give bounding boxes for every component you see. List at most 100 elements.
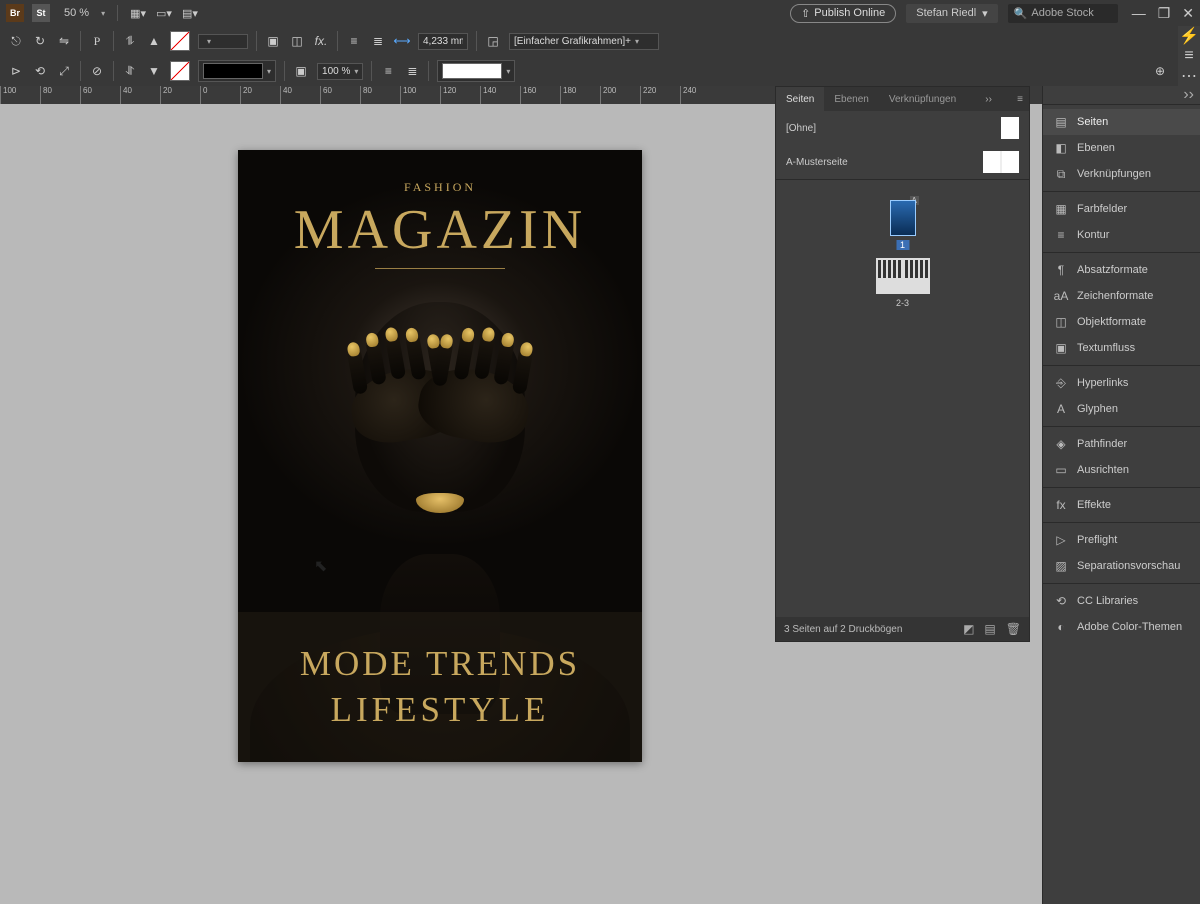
dock-item-separationsvorschau[interactable]: ▨Separationsvorschau [1043,553,1200,579]
stroke-swatch[interactable] [170,61,190,81]
dock-item-textumfluss[interactable]: ▣Textumfluss [1043,335,1200,361]
dock-item-farbfelder[interactable]: ▦Farbfelder [1043,196,1200,222]
rotate-icon[interactable]: ↻ [32,33,48,49]
close-button[interactable]: ✕ [1182,5,1194,22]
master-none-label: [Ohne] [786,123,816,134]
master-a-row[interactable]: A-Musterseite [776,145,1029,179]
stroke-color-dropdown[interactable]: ▾ [198,60,276,82]
align-center-icon[interactable]: ≣ [370,33,386,49]
new-page-icon[interactable]: ▤ [984,622,995,636]
dock-item-label: Glyphen [1077,403,1118,415]
more-icon[interactable]: ⋯ [1181,66,1197,86]
cover-footer-band: MODE TRENDS LIFESTYLE [238,612,642,762]
panel-tabbar: Seiten Ebenen Verknüpfungen ›› ≡ [776,87,1029,111]
drop-icon[interactable]: ▼ [146,63,162,79]
stock-search[interactable]: 🔍 Adobe Stock [1008,4,1118,23]
dock-item-adobe-color-themen[interactable]: ◐Adobe Color-Themen [1043,614,1200,640]
dock-item-cc-libraries[interactable]: ⟲CC Libraries [1043,588,1200,614]
spread-area[interactable]: A 1 2-3 [776,180,1029,560]
dock-collapse-icon[interactable]: ›› [1183,86,1194,104]
bridge-badge[interactable]: Br [6,4,24,22]
screen-mode-icon[interactable]: ▭▾ [156,7,172,20]
flip-h-icon[interactable]: ⇋ [56,33,72,49]
opacity-dropdown[interactable]: 100 %▾ [317,63,363,80]
measure-input[interactable] [418,33,468,50]
page-thumb-1[interactable] [890,200,916,236]
dock-item-label: Farbfelder [1077,203,1127,215]
publish-online-button[interactable]: ⇧ Publish Online [790,4,896,23]
mirror-icon[interactable]: ▲ [146,33,162,49]
fx-icon: fx [1053,497,1069,513]
right-dock: ›› ▤Seiten◧Ebenen⧉Verknüpfungen ▦Farbfeld… [1042,86,1200,904]
align-mid-icon[interactable]: ≣ [404,63,420,79]
shear-icon[interactable]: ⤢ [56,63,72,79]
center-content-icon[interactable]: ▣ [293,63,309,79]
dock-item-kontur[interactable]: ≡Kontur [1043,222,1200,248]
panel-menu-icon[interactable]: ≡ [1011,94,1029,105]
chain-icon[interactable]: ⎋ [8,33,24,49]
user-menu[interactable]: Stefan Riedl ▾ [906,4,997,23]
dock-item-preflight[interactable]: ▷Preflight [1043,527,1200,553]
p-icon[interactable]: P [89,33,105,49]
bolt-icon[interactable]: ⚡ [1179,26,1199,46]
paragraph-styles-icon: ¶ [1053,262,1069,278]
ruler-tick: 100 [0,86,40,104]
canvas-area[interactable]: FASHION MAGAZIN MODE TRENDS LIFESTYLE ⬉ [0,104,775,800]
document-page[interactable]: FASHION MAGAZIN MODE TRENDS LIFESTYLE [238,150,642,762]
arrange-icon[interactable]: ▤▾ [182,7,198,20]
ruler-tick: 160 [520,86,560,104]
panel-collapse-icon[interactable]: ›› [979,94,998,105]
stock-badge[interactable]: St [32,4,50,22]
dock-item-ebenen[interactable]: ◧Ebenen [1043,135,1200,161]
wrap-icon[interactable]: ⟷ [394,33,410,49]
hyperlinks-icon: ⎆ [1053,375,1069,391]
tab-links[interactable]: Verknüpfungen [879,87,966,111]
dock-item-glyphen[interactable]: AGlyphen [1043,396,1200,422]
dock-group: ¶AbsatzformateaAZeichenformate◫Objektfor… [1043,252,1200,365]
master-none-row[interactable]: [Ohne] [776,111,1029,145]
opts1-icon[interactable]: ⊕ [1152,63,1168,79]
edit-page-size-icon[interactable]: ◩ [963,622,974,636]
dock-item-absatzformate[interactable]: ¶Absatzformate [1043,257,1200,283]
fx-icon[interactable]: fx. [313,33,329,49]
fill-dropdown[interactable]: ▾ [198,34,248,49]
ruler-tick: 80 [40,86,80,104]
dock-item-seiten[interactable]: ▤Seiten [1043,109,1200,135]
clear-icon[interactable]: ⊘ [89,63,105,79]
dock-item-label: CC Libraries [1077,595,1138,607]
restore-button[interactable]: ❐ [1158,5,1171,22]
dock-item-label: Adobe Color-Themen [1077,621,1182,633]
fill-swatch[interactable] [170,31,190,51]
zoom-level[interactable]: 50 % [64,7,89,19]
trash-icon[interactable]: 🗑 [1006,622,1021,636]
align-top-icon[interactable]: ≡ [380,63,396,79]
chevron-down-icon[interactable]: ▾ [101,9,105,18]
fit-content-icon[interactable]: ◫ [289,33,305,49]
tab-seiten[interactable]: Seiten [776,87,824,111]
dock-item-zeichenformate[interactable]: aAZeichenformate [1043,283,1200,309]
align-left-icon[interactable]: ≡ [346,33,362,49]
dock-item-objektformate[interactable]: ◫Objektformate [1043,309,1200,335]
spread-thumb-2-3[interactable] [876,258,930,294]
rotate2-icon[interactable]: ⟲ [32,63,48,79]
gradient-dropdown[interactable]: ▾ [437,60,515,82]
tab-ebenen[interactable]: Ebenen [824,87,878,111]
corner-icon[interactable]: ◲ [485,33,501,49]
ruler-tick: 40 [120,86,160,104]
view-options-icon[interactable]: ▦▾ [130,7,146,20]
minimize-button[interactable]: ― [1132,5,1146,22]
arrow-v-icon[interactable]: ⥯ [122,63,138,79]
fit-frame-icon[interactable]: ▣ [265,33,281,49]
dock-item-hyperlinks[interactable]: ⎆Hyperlinks [1043,370,1200,396]
search-icon: 🔍 [1014,7,1028,20]
dock-item-pathfinder[interactable]: ◈Pathfinder [1043,431,1200,457]
frame-style-dropdown[interactable]: [Einfacher Grafikrahmen]+▾ [509,33,659,50]
dock-group: ▷Preflight▨Separationsvorschau [1043,522,1200,583]
snap-icon[interactable]: ⊳ [8,63,24,79]
flip-v-icon[interactable]: ⥮ [122,33,138,49]
control-bar-row-2: ⊳ ⟲ ⤢ ⊘ ⥯ ▼ ▾ ▣ 100 %▾ ≡ ≣ ▾ ⊕ ◫ [0,56,1200,86]
dock-item-ausrichten[interactable]: ▭Ausrichten [1043,457,1200,483]
dock-item-verkn-pfungen[interactable]: ⧉Verknüpfungen [1043,161,1200,187]
dock-item-effekte[interactable]: fxEffekte [1043,492,1200,518]
menu-icon[interactable]: ≡ [1184,47,1193,65]
